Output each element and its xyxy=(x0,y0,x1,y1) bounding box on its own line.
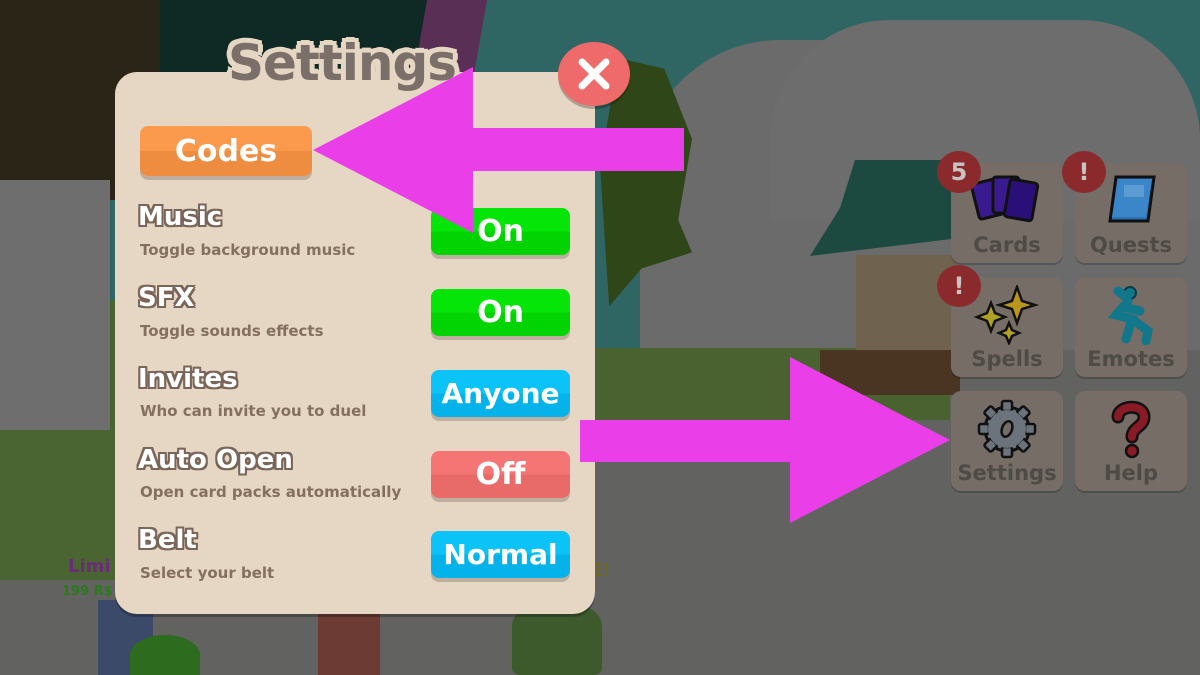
shop-item-chest xyxy=(512,605,602,675)
belt-description: Select your belt xyxy=(140,564,275,582)
belt-selector[interactable]: Normal xyxy=(431,531,570,578)
dancing-figure-icon xyxy=(1075,285,1187,345)
shop-item-gems xyxy=(130,635,200,675)
sfx-toggle[interactable]: On xyxy=(431,289,570,336)
music-label: Music xyxy=(138,202,223,232)
menu-settings-button[interactable]: Settings xyxy=(951,391,1063,491)
codes-button[interactable]: Codes xyxy=(140,126,312,176)
spells-alert-badge: ! xyxy=(937,265,981,307)
belt-label: Belt xyxy=(138,525,197,555)
auto-open-toggle[interactable]: Off xyxy=(431,451,570,498)
auto-open-description: Open card packs automatically xyxy=(140,483,402,501)
auto-open-label: Auto Open xyxy=(138,445,293,475)
sfx-label: SFX xyxy=(138,283,195,313)
music-toggle[interactable]: On xyxy=(431,208,570,255)
menu-settings-label: Settings xyxy=(957,461,1057,485)
invites-label: Invites xyxy=(138,364,238,394)
question-mark-icon xyxy=(1075,399,1187,459)
menu-spells-label: Spells xyxy=(971,347,1043,371)
settings-title: Settings xyxy=(228,34,457,92)
shop-price: 199 R$ xyxy=(62,584,113,599)
invites-description: Who can invite you to duel xyxy=(140,402,367,420)
invites-selector[interactable]: Anyone xyxy=(431,370,570,417)
close-button[interactable] xyxy=(558,42,630,106)
cards-count-badge: 5 xyxy=(937,151,981,193)
menu-help-button[interactable]: Help xyxy=(1075,391,1187,491)
menu-cards-label: Cards xyxy=(973,233,1041,257)
menu-emotes-label: Emotes xyxy=(1087,347,1175,371)
menu-emotes-button[interactable]: Emotes xyxy=(1075,277,1187,377)
background-rock xyxy=(0,180,110,430)
quests-alert-badge: ! xyxy=(1062,151,1106,193)
menu-help-label: Help xyxy=(1103,461,1159,485)
sfx-description: Toggle sounds effects xyxy=(140,322,324,340)
menu-quests-label: Quests xyxy=(1089,233,1173,257)
shop-item-card xyxy=(318,612,380,675)
shop-label: Limi xyxy=(68,556,111,577)
close-icon xyxy=(578,58,610,90)
music-description: Toggle background music xyxy=(140,241,356,259)
background-house-porch xyxy=(820,350,960,395)
gear-icon xyxy=(951,399,1063,459)
